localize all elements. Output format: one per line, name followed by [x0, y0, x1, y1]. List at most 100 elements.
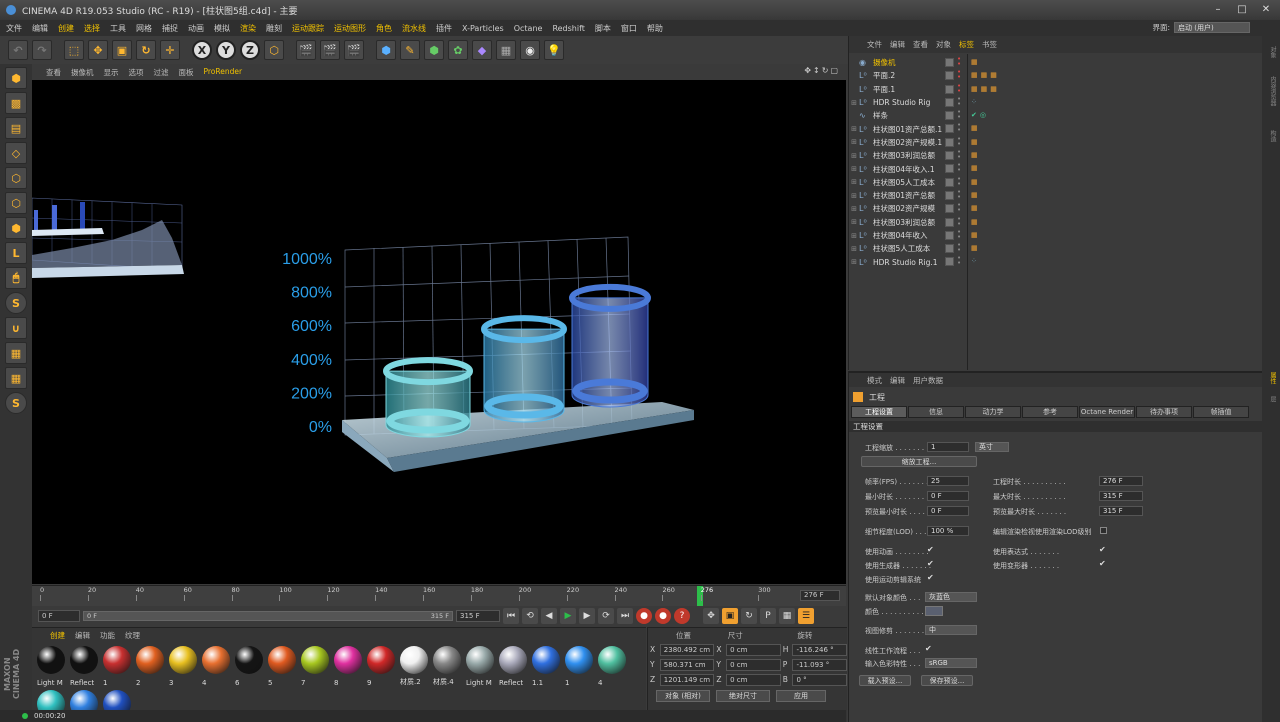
om-tab-4[interactable]: 标签 [959, 39, 974, 50]
coordinate-system-icon[interactable]: ⬡ [264, 40, 284, 60]
use-expressions-check-icon[interactable]: ✔ [1099, 545, 1106, 554]
expand-icon[interactable]: ⊞ [849, 205, 859, 213]
x-axis-icon[interactable]: X [192, 40, 212, 60]
project-tab-5[interactable]: 待办事项 [1136, 406, 1192, 418]
coord-size-field[interactable]: 0 cm [726, 643, 781, 656]
snap-icon[interactable]: S [5, 292, 27, 314]
load-preset-button[interactable]: 载入预设... [859, 675, 911, 686]
am-tab-2[interactable]: 用户数据 [913, 375, 943, 386]
expand-icon[interactable]: ⊞ [849, 218, 859, 226]
timeline-window-icon[interactable]: ☰ [798, 608, 814, 624]
object-tags-icon[interactable]: ▦ [971, 204, 981, 212]
material-swatch[interactable]: 2 [134, 644, 166, 688]
material-swatch[interactable]: 6 [233, 644, 265, 688]
project-length-field[interactable]: 276 F [1099, 476, 1143, 486]
visibility-dots-icon[interactable]: • • [957, 122, 961, 134]
material-swatch[interactable]: 4 [596, 644, 628, 688]
expand-icon[interactable]: ⊞ [849, 99, 859, 107]
visibility-dots-icon[interactable]: • • [957, 228, 961, 240]
visibility-dots-icon[interactable]: • • [957, 95, 961, 107]
menu-item-1[interactable]: 编辑 [32, 23, 48, 34]
object-tags-icon[interactable]: ▦ [971, 151, 981, 159]
visibility-dots-icon[interactable]: • • [957, 149, 961, 161]
layer-toggle-icon[interactable] [945, 257, 954, 267]
am-tab-1[interactable]: 编辑 [890, 375, 905, 386]
layer-toggle-icon[interactable] [945, 111, 954, 121]
preview-min-field[interactable]: 0 F [927, 506, 969, 516]
timeline[interactable]: 276 F 0 20 40 60 80 100 120 140 160 180 200 220 240 2… [32, 585, 846, 606]
layer-toggle-icon[interactable] [945, 151, 954, 161]
maximize-icon[interactable]: □ [1232, 2, 1252, 16]
side-tab-objects[interactable]: 对象 [1265, 46, 1277, 58]
pen-icon[interactable]: ✎ [400, 40, 420, 60]
auto-key-icon[interactable]: ● [655, 608, 671, 624]
key-scale-icon[interactable]: ▣ [722, 608, 738, 624]
redo-icon[interactable]: ↷ [32, 40, 52, 60]
workplane-icon[interactable]: ◇ [5, 142, 27, 164]
expand-icon[interactable]: ⊞ [849, 178, 859, 186]
material-swatch[interactable]: Light M [35, 644, 67, 688]
object-tags-icon[interactable]: ✔◎ [971, 111, 989, 119]
live-select-icon[interactable]: ⬚ [64, 40, 84, 60]
expand-icon[interactable]: ⊞ [849, 258, 859, 266]
side-tab-layers[interactable]: 层 [1265, 396, 1277, 402]
object-tags-icon[interactable]: ▦ [971, 218, 981, 226]
material-swatch[interactable]: Reflect [497, 644, 529, 688]
object-row[interactable]: ◉ 摄像机 • • ▦ [849, 56, 1263, 69]
material-swatch[interactable]: 3 [167, 644, 199, 688]
coord-pos-field[interactable]: 580.371 cm [659, 658, 715, 671]
object-tags-icon[interactable]: ▦ [971, 164, 981, 172]
visibility-dots-icon[interactable]: • • [957, 82, 961, 94]
coord-pos-field[interactable]: 1201.149 cm [659, 673, 715, 686]
layer-toggle-icon[interactable] [945, 164, 954, 174]
menu-item-8[interactable]: 模拟 [214, 23, 230, 34]
go-to-start-icon[interactable]: ⏮ [503, 608, 519, 624]
viewport-menu-item-5[interactable]: 面板 [179, 67, 194, 78]
linear-workflow-check-icon[interactable]: ✔ [925, 644, 932, 653]
object-row[interactable]: ⊞ L⁰ 柱状图02资产规模.1 • • ▦ [849, 135, 1263, 149]
object-row[interactable]: ⊞ L⁰ 柱状图02资产规模 • • ▦ [849, 202, 1263, 215]
magnet-icon[interactable]: ∪ [5, 317, 27, 339]
start-frame-field[interactable]: 0 F [38, 610, 80, 622]
end-frame-field[interactable]: 315 F [456, 610, 500, 622]
preview-range-slider[interactable]: 0 F 315 F [83, 611, 453, 621]
use-deformers-check-icon[interactable]: ✔ [1099, 559, 1106, 568]
minimize-icon[interactable]: – [1208, 2, 1228, 16]
rotate-icon[interactable]: ↻ [136, 40, 156, 60]
edges-mode-icon[interactable]: ⬡ [5, 192, 27, 214]
object-tags-icon[interactable]: ▦ [971, 191, 981, 199]
layer-toggle-icon[interactable] [945, 244, 954, 254]
object-tags-icon[interactable]: ▦ [971, 178, 981, 186]
material-swatch[interactable]: 9 [365, 644, 397, 688]
go-to-end-icon[interactable]: ⏭ [617, 608, 633, 624]
layer-toggle-icon[interactable] [945, 230, 954, 240]
menu-item-17[interactable]: Octane [514, 24, 543, 33]
object-row[interactable]: ⊞ L⁰ 柱状图03利润总额 • • ▦ [849, 215, 1263, 229]
material-swatch[interactable]: 1 [101, 644, 133, 688]
expand-icon[interactable]: ⊞ [849, 165, 859, 173]
interface-dropdown[interactable]: 启动 (用户) [1174, 22, 1250, 33]
project-tab-4[interactable]: Octane Render [1079, 406, 1135, 418]
light-icon[interactable]: 💡 [544, 40, 564, 60]
project-tab-3[interactable]: 参考 [1022, 406, 1078, 418]
points-mode-icon[interactable]: ⬡ [5, 167, 27, 189]
menu-item-12[interactable]: 运动图形 [334, 23, 366, 34]
render-view-icon[interactable]: 🎬 [296, 40, 316, 60]
expand-icon[interactable]: ⊞ [849, 125, 859, 133]
cube-icon[interactable]: ⬢ [376, 40, 396, 60]
menu-item-15[interactable]: 插件 [436, 23, 452, 34]
object-tags-icon[interactable]: ▦▦▦ [971, 71, 1000, 79]
object-row[interactable]: ⊞ L⁰ 柱状图04年收入.1 • • ▦ [849, 162, 1263, 175]
menu-item-20[interactable]: 窗口 [621, 23, 637, 34]
visibility-dots-icon[interactable]: • • [957, 135, 961, 147]
menu-item-18[interactable]: Redshift [552, 24, 584, 33]
menu-item-11[interactable]: 运动跟踪 [292, 23, 324, 34]
object-row[interactable]: ⊞ L⁰ 柱状图03利润总额 • • ▦ [849, 149, 1263, 162]
coord-rot-field[interactable]: -116.246 ° [792, 643, 848, 656]
camera-icon[interactable]: ◉ [520, 40, 540, 60]
menu-item-6[interactable]: 捕捉 [162, 23, 178, 34]
object-row[interactable]: ⊞ L⁰ HDR Studio Rig.1 • • ⁘ [849, 255, 1263, 268]
layer-toggle-icon[interactable] [945, 97, 954, 107]
next-key-icon[interactable]: ⟳ [598, 608, 614, 624]
expand-icon[interactable]: ⊞ [849, 138, 859, 146]
